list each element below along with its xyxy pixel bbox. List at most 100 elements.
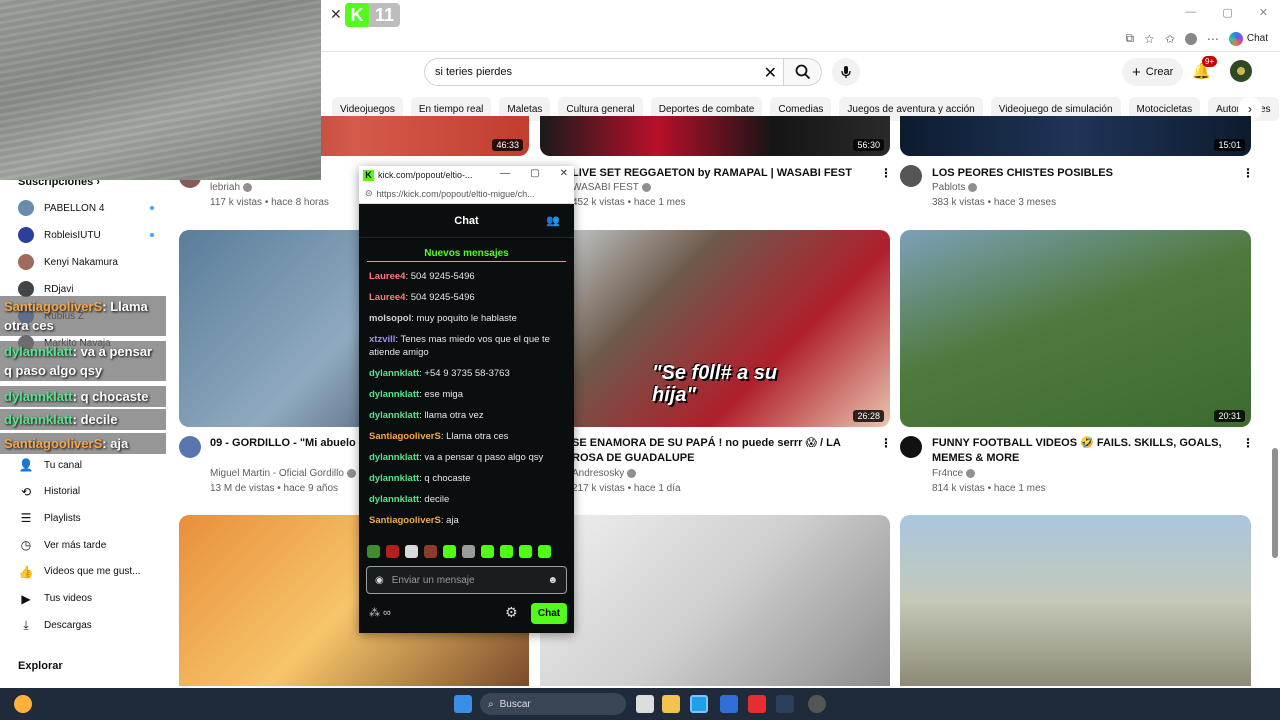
star-icon[interactable]: ☆ [1144, 32, 1155, 46]
video-title[interactable]: SE ENAMORA DE SU PAPÁ ! no puede serrr 😱… [572, 436, 872, 466]
chat-username[interactable]: xtzvill [369, 334, 395, 345]
weather-icon[interactable] [14, 695, 32, 713]
minimize-icon[interactable]: — [1185, 6, 1196, 19]
channel-avatar[interactable] [179, 436, 201, 458]
video-thumbnail[interactable]: 15:01 [900, 116, 1251, 156]
video-thumbnail[interactable]: 20:31 [900, 230, 1251, 427]
sidebar-item[interactable]: ▶ Tus videos [18, 588, 168, 610]
chat-username[interactable]: SantiagooliverS [369, 515, 441, 526]
chat-username[interactable]: Lauree4 [369, 271, 405, 282]
video-thumbnail[interactable] [540, 515, 890, 686]
profile-icon[interactable] [1184, 32, 1197, 45]
edge-icon[interactable] [690, 695, 708, 713]
channel-name[interactable]: Miguel Martin - Oficial Gordillo [210, 468, 356, 479]
video-title[interactable]: LOS PEORES CHISTES POSIBLES [932, 166, 1232, 181]
video-thumbnail[interactable] [900, 515, 1251, 686]
chat-username[interactable]: dylannklatt [369, 452, 419, 463]
close-icon[interactable]: ✕ [1259, 6, 1268, 19]
video-title[interactable]: FUNNY FOOTBALL VIDEOS 🤣 FAILS. SKILLS, G… [932, 436, 1232, 466]
subscription-item[interactable]: RobleisIUTU [18, 224, 168, 246]
chat-username[interactable]: molsopol [369, 313, 411, 324]
video-title[interactable]: LIVE SET REGGAETON by RAMAPAL | WASABI F… [572, 166, 872, 181]
new-messages-divider[interactable]: Nuevos mensajes [367, 246, 566, 262]
chat-username[interactable]: SantiagooliverS [369, 431, 441, 442]
file-explorer-icon[interactable] [662, 695, 680, 713]
more-options-icon[interactable]: ⋮ [1242, 436, 1254, 450]
channel-avatar[interactable] [900, 165, 922, 187]
sidebar-item[interactable]: ⤓ Descargas [18, 614, 168, 636]
chat-username[interactable]: dylannklatt [369, 368, 419, 379]
chat-text: : ese miga [419, 389, 463, 400]
store-icon[interactable] [720, 695, 738, 713]
emote-icon[interactable] [405, 545, 418, 558]
minimize-icon[interactable]: — [500, 168, 510, 179]
copilot-chat-label: Chat [1246, 33, 1268, 44]
voice-search-button[interactable] [832, 58, 860, 86]
search-button[interactable] [784, 58, 822, 86]
channel-name[interactable]: WASABI FEST [572, 182, 651, 193]
windows-start-icon[interactable] [454, 695, 472, 713]
chat-footer: ⁂ ∞ ⚙ Chat [359, 600, 574, 626]
channel-name[interactable]: Andresosky [572, 468, 637, 479]
emote-icon[interactable] [519, 545, 532, 558]
chat-username[interactable]: Lauree4 [369, 292, 405, 303]
popout-url-bar[interactable]: ⊝ https://kick.com/popout/eltio-migue/ch… [359, 184, 574, 204]
more-options-icon[interactable]: ⋮ [880, 166, 892, 180]
sidebar-item[interactable]: ◷ Ver más tarde [18, 534, 168, 556]
search-input[interactable]: si teries pierdes ✕ [424, 58, 784, 86]
video-thumbnail[interactable]: "Se f0ll# a su hija" 26:28 [540, 230, 890, 427]
steam-icon[interactable] [776, 695, 794, 713]
subscription-item[interactable]: PABELLON 4 [18, 197, 168, 219]
favorites-icon[interactable]: ✩ [1165, 32, 1175, 46]
emote-icon[interactable] [500, 545, 513, 558]
channel-name[interactable]: Fr4nce [932, 468, 976, 479]
close-icon[interactable]: ✕ [330, 6, 342, 23]
youtube-app-icon[interactable] [748, 695, 766, 713]
emote-icon[interactable] [462, 545, 475, 558]
chat-username[interactable]: dylannklatt [369, 494, 419, 505]
emote-icon[interactable] [424, 545, 437, 558]
video-thumbnail[interactable]: 56:30 [540, 116, 890, 156]
sidebar-item[interactable]: ☰ Playlists [18, 507, 168, 529]
subscription-label: RDjavi [44, 283, 74, 295]
page-scrollbar[interactable] [1272, 120, 1278, 680]
emote-icon[interactable] [443, 545, 456, 558]
emoji-icon[interactable]: ☻ [547, 575, 558, 586]
more-options-icon[interactable]: ⋮ [1242, 166, 1254, 180]
emote-icon[interactable] [367, 545, 380, 558]
overlay-chat-user: dylannklatt [4, 344, 73, 359]
taskbar-search[interactable]: ⌕ Buscar [480, 693, 626, 715]
close-icon[interactable]: ✕ [560, 168, 568, 179]
app-icon[interactable] [808, 695, 826, 713]
chat-username[interactable]: dylannklatt [369, 410, 419, 421]
send-chat-button[interactable]: Chat [531, 603, 567, 624]
more-options-icon[interactable]: ⋮ [880, 436, 892, 450]
maximize-icon[interactable]: ▢ [1222, 6, 1232, 19]
notifications-button[interactable]: 🔔 9+ [1192, 56, 1218, 80]
copilot-chat-button[interactable]: Chat [1228, 31, 1268, 46]
gear-icon[interactable]: ⚙ [505, 604, 518, 621]
maximize-icon[interactable]: ▢ [530, 168, 539, 179]
clear-search-icon[interactable]: ✕ [764, 63, 777, 83]
create-button[interactable]: + Crear [1122, 58, 1184, 86]
users-icon[interactable]: 👥 [546, 214, 560, 227]
chat-username[interactable]: dylannklatt [369, 473, 419, 484]
subscription-item[interactable]: Kenyi Nakamura [18, 251, 168, 273]
sidebar-item[interactable]: 👤 Tu canal [18, 454, 168, 476]
chat-message-input[interactable]: ◉ Enviar un mensaje ☻ [366, 566, 567, 594]
emote-icon[interactable] [481, 545, 494, 558]
channel-avatar[interactable] [900, 436, 922, 458]
emote-icon[interactable] [538, 545, 551, 558]
channel-name[interactable]: Pablots [932, 182, 978, 193]
sidebar-item[interactable]: ⟲ Historial [18, 481, 168, 503]
account-avatar[interactable] [1230, 60, 1252, 82]
emote-icon[interactable] [386, 545, 399, 558]
menu-dots-icon[interactable]: ⋯ [1207, 32, 1219, 46]
scrollbar-thumb[interactable] [1272, 448, 1278, 558]
chat-username[interactable]: dylannklatt [369, 389, 419, 400]
infinity-icon[interactable]: ⁂ ∞ [369, 606, 391, 619]
app-icon[interactable]: ⧉ [1125, 31, 1134, 46]
channel-name[interactable]: lebriah [210, 182, 253, 193]
sidebar-item[interactable]: 👍 Videos que me gust... [18, 561, 168, 583]
task-view-icon[interactable] [636, 695, 654, 713]
